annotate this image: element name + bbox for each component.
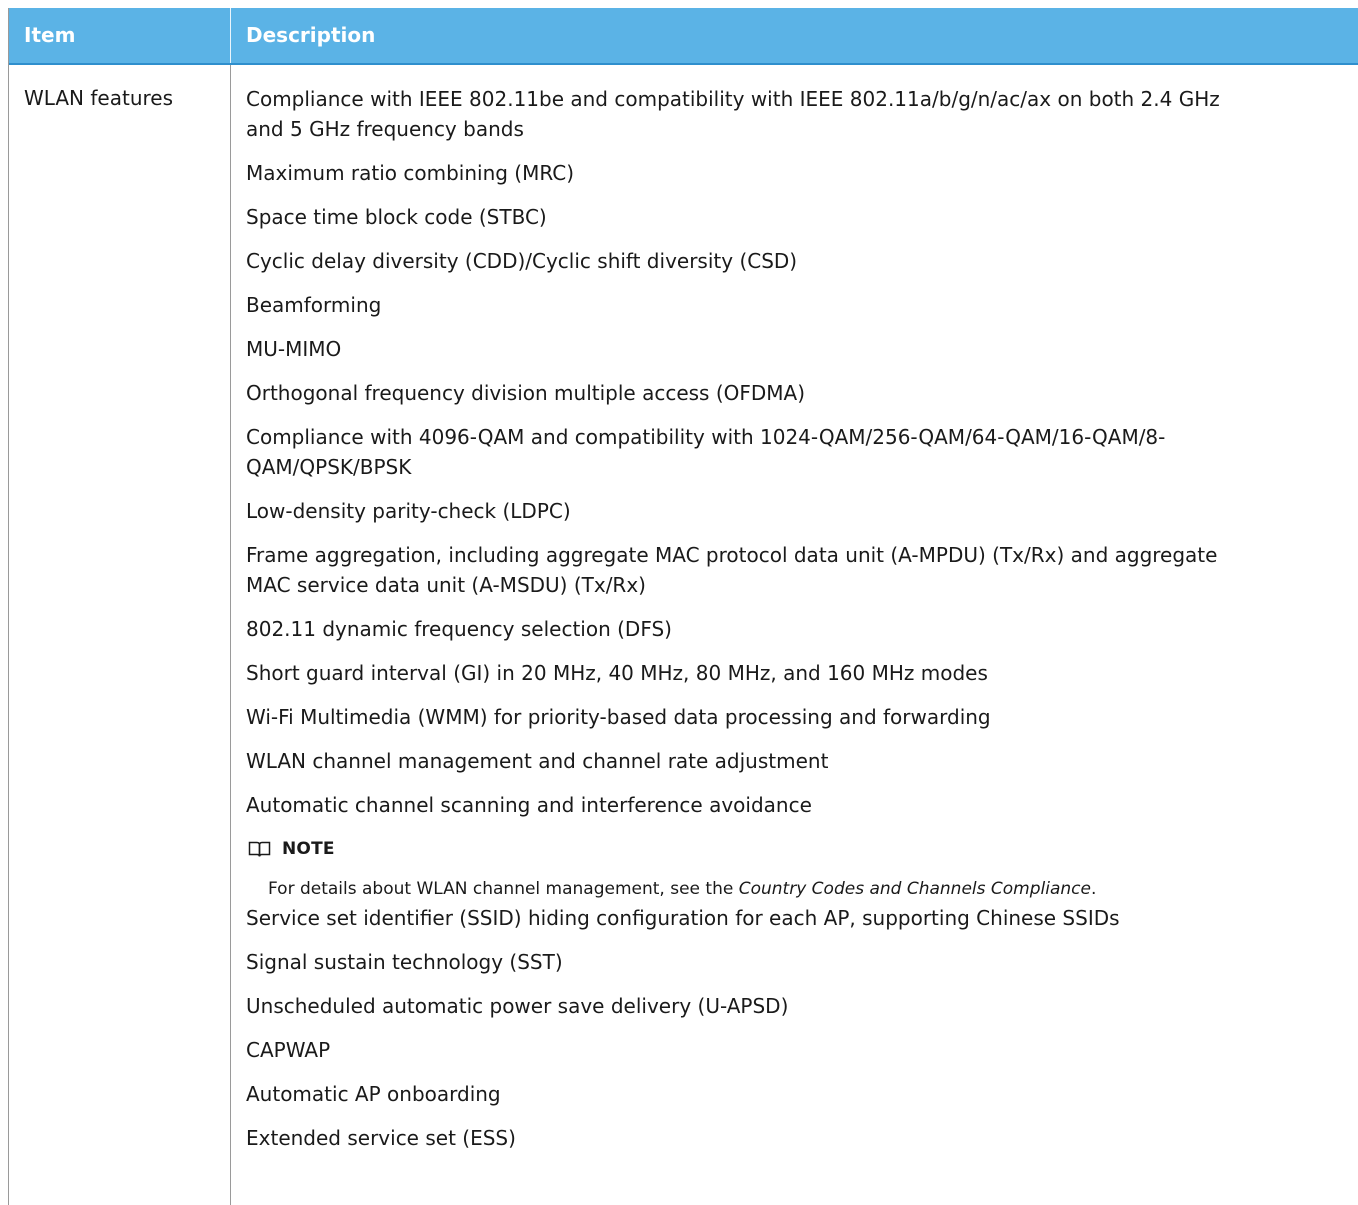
feature-line: WLAN channel management and channel rate… bbox=[246, 749, 829, 773]
note-label: NOTE bbox=[282, 839, 335, 859]
feature-line: Cyclic delay diversity (CDD)/Cyclic shif… bbox=[246, 249, 798, 273]
feature-line: Service set identifier (SSID) hiding con… bbox=[246, 906, 1120, 930]
note-title: NOTE bbox=[248, 834, 1354, 864]
description-cell: Compliance with IEEE 802.11be and compat… bbox=[246, 84, 1354, 1167]
feature-line: Maximum ratio combining (MRC) bbox=[246, 161, 575, 185]
note-text-end: . bbox=[1090, 879, 1097, 899]
feature-line: 802.11 dynamic frequency selection (DFS) bbox=[246, 617, 672, 641]
table-header-row: Item Description bbox=[9, 8, 1358, 65]
header-description: Description bbox=[246, 23, 376, 47]
spec-table: Item Description WLAN features Complianc… bbox=[8, 8, 1358, 1205]
header-divider bbox=[230, 8, 231, 63]
feature-line: Signal sustain technology (SST) bbox=[246, 950, 563, 974]
feature-line: CAPWAP bbox=[246, 1038, 331, 1062]
feature-line: Frame aggregation, including aggregate M… bbox=[246, 543, 1218, 567]
note-block: NOTE For details about WLAN channel mana… bbox=[246, 834, 1354, 900]
feature-line: Automatic channel scanning and interfere… bbox=[246, 793, 812, 817]
note-text: For details about WLAN channel managemen… bbox=[268, 878, 1354, 900]
book-icon bbox=[248, 841, 271, 857]
note-text-lead: For details about WLAN channel managemen… bbox=[268, 879, 739, 899]
feature-line: Extended service set (ESS) bbox=[246, 1126, 516, 1150]
feature-line: Short guard interval (GI) in 20 MHz, 40 … bbox=[246, 661, 988, 685]
feature-line: QAM/QPSK/BPSK bbox=[246, 455, 412, 479]
feature-line: Low-density parity-check (LDPC) bbox=[246, 499, 571, 523]
feature-line: Automatic AP onboarding bbox=[246, 1082, 501, 1106]
feature-line: Beamforming bbox=[246, 293, 382, 317]
note-reference-title: Country Codes and Channels Compliance bbox=[738, 879, 1091, 899]
feature-line: Wi-Fi Multimedia (WMM) for priority-base… bbox=[246, 705, 991, 729]
feature-line: Space time block code (STBC) bbox=[246, 205, 547, 229]
feature-line: Unscheduled automatic power save deliver… bbox=[246, 994, 789, 1018]
feature-line: Compliance with 4096-QAM and compatibili… bbox=[246, 425, 1166, 449]
feature-line: MU-MIMO bbox=[246, 337, 342, 361]
feature-line: and 5 GHz frequency bands bbox=[246, 117, 524, 141]
header-item: Item bbox=[24, 23, 76, 47]
item-cell-wlan-features: WLAN features bbox=[24, 86, 174, 110]
feature-line: MAC service data unit (A-MSDU) (Tx/Rx) bbox=[246, 573, 646, 597]
column-divider bbox=[230, 65, 231, 1205]
feature-line: Orthogonal frequency division multiple a… bbox=[246, 381, 806, 405]
feature-line: Compliance with IEEE 802.11be and compat… bbox=[246, 87, 1220, 111]
